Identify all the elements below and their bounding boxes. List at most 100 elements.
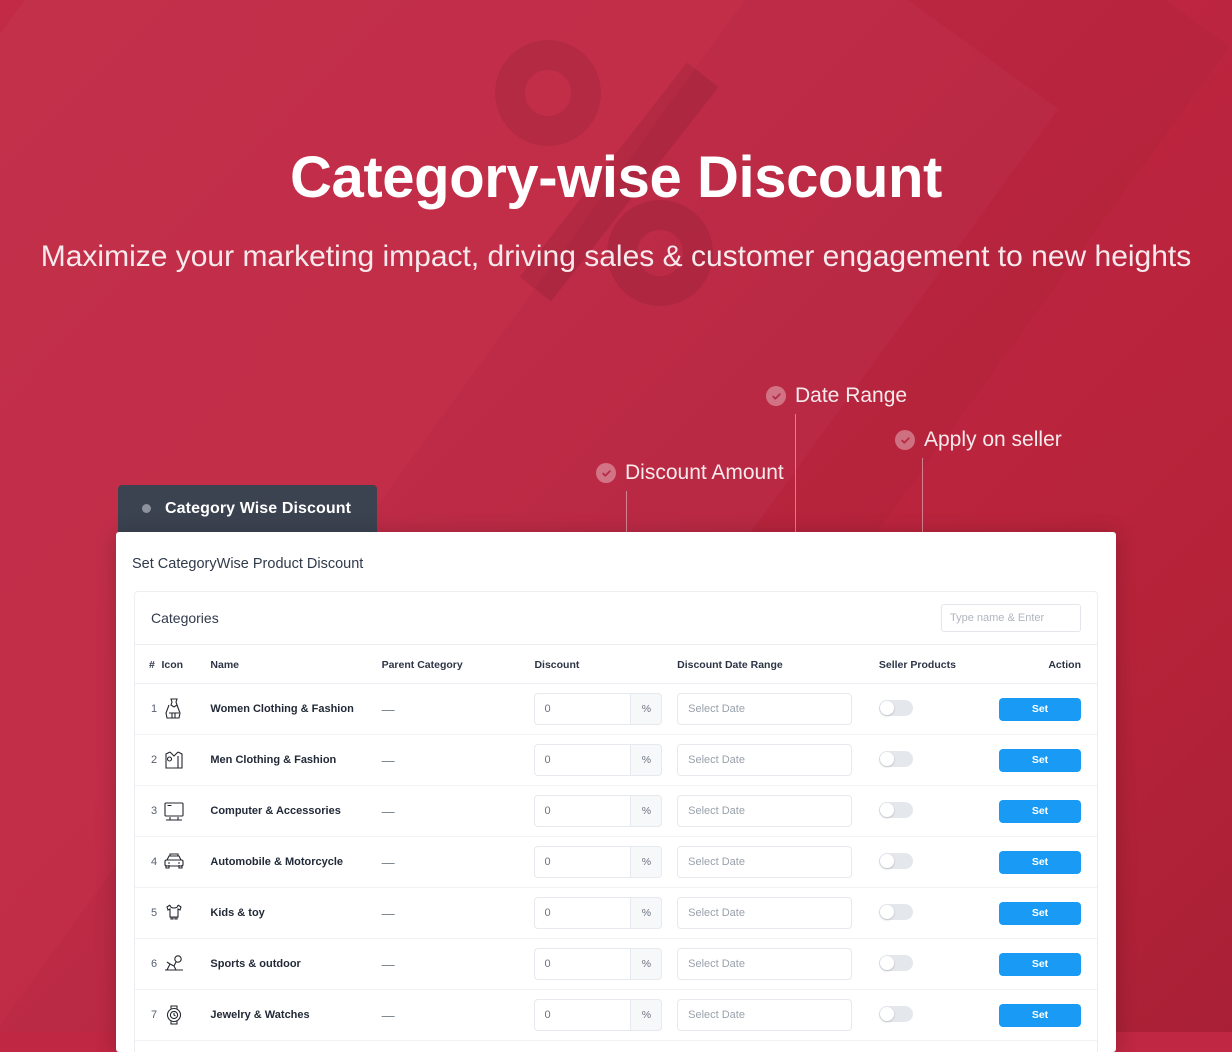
date-range-cell: [677, 989, 879, 1041]
discount-cell: %: [534, 989, 678, 1041]
set-button[interactable]: Set: [999, 952, 1081, 976]
percent-suffix: %: [630, 897, 663, 929]
categories-table: # Icon Name Parent Category Discount Dis…: [135, 645, 1097, 1041]
set-button[interactable]: Set: [999, 748, 1081, 772]
page-title: Category-wise Discount: [290, 145, 942, 210]
parent-category: —: [381, 938, 535, 990]
discount-date-range-input[interactable]: [677, 948, 853, 980]
annotation-label: Date Range: [795, 384, 908, 407]
check-circle-icon: [766, 386, 786, 406]
toggle-knob: [879, 802, 894, 817]
parent-category: —: [381, 734, 535, 786]
check-circle-icon: [895, 430, 915, 450]
seller-products-cell: [878, 734, 983, 786]
action-cell: Set: [982, 734, 1097, 786]
discount-input[interactable]: [534, 948, 631, 980]
discount-input[interactable]: [534, 999, 631, 1031]
seller-products-cell: [878, 938, 983, 990]
parent-category: —: [381, 683, 535, 735]
annotation-label: Apply on seller: [924, 428, 1062, 451]
set-button[interactable]: Set: [999, 799, 1081, 823]
shirt-icon: [161, 734, 211, 786]
category-name: Sports & outdoor: [210, 938, 382, 990]
discount-cell: %: [534, 785, 678, 837]
seller-products-toggle[interactable]: [878, 750, 913, 767]
toggle-knob: [879, 751, 894, 766]
row-number: 5: [135, 887, 162, 939]
page-subtitle: Maximize your marketing impact, driving …: [40, 239, 1192, 273]
category-name: Men Clothing & Fashion: [210, 734, 382, 786]
toggle-knob: [879, 1006, 894, 1021]
discount-input[interactable]: [534, 846, 631, 878]
action-cell: Set: [982, 785, 1097, 837]
table-row: 7 Jewelry & Watches—% Set: [135, 989, 1097, 1041]
seller-products-toggle[interactable]: [878, 1005, 913, 1022]
discount-date-range-input[interactable]: [677, 744, 853, 776]
action-cell: Set: [982, 938, 1097, 990]
column-header-parent: Parent Category: [381, 645, 535, 684]
set-button[interactable]: Set: [999, 850, 1081, 874]
table-row: 5 Kids & toy—% Set: [135, 887, 1097, 939]
discount-cell: %: [534, 683, 678, 735]
set-button[interactable]: Set: [999, 697, 1081, 721]
app-panel: Set CategoryWise Product Discount Catego…: [116, 532, 1116, 1052]
connector-line-apply-on-seller: [922, 458, 923, 532]
category-name: Computer & Accessories: [210, 785, 382, 837]
sports-icon: [161, 938, 211, 990]
tab-category-wise-discount[interactable]: Category Wise Discount: [118, 485, 377, 532]
action-cell: Set: [982, 887, 1097, 939]
discount-input-group: %: [534, 897, 663, 929]
seller-products-toggle[interactable]: [878, 801, 913, 818]
check-circle-icon: [596, 463, 616, 483]
annotation-date-range: Date Range: [766, 384, 907, 408]
discount-date-range-input[interactable]: [677, 795, 853, 827]
category-name: Jewelry & Watches: [210, 989, 382, 1041]
hero-text-block: Category-wise Discount Maximize your mar…: [0, 0, 1232, 281]
action-cell: Set: [982, 683, 1097, 735]
discount-input-group: %: [534, 846, 663, 878]
table-row: 3 Computer & Accessories—% Set: [135, 785, 1097, 837]
discount-input-group: %: [534, 948, 663, 980]
toggle-knob: [879, 904, 894, 919]
discount-input[interactable]: [534, 897, 631, 929]
tab-label: Category Wise Discount: [165, 499, 352, 517]
discount-cell: %: [534, 938, 678, 990]
annotation-apply-on-seller: Apply on seller: [895, 428, 1062, 452]
baby-onesie-icon: [161, 887, 211, 939]
seller-products-toggle[interactable]: [878, 903, 913, 920]
seller-products-toggle[interactable]: [878, 699, 913, 716]
date-range-cell: [677, 836, 879, 888]
column-header-number: #: [135, 645, 162, 684]
column-header-action: Action: [982, 645, 1097, 684]
table-row: 1 Women Clothing & Fashion—% Set: [135, 683, 1097, 735]
discount-cell: %: [534, 836, 678, 888]
discount-cell: %: [534, 734, 678, 786]
discount-date-range-input[interactable]: [677, 999, 853, 1031]
annotation-discount-amount: Discount Amount: [596, 461, 784, 485]
seller-products-toggle[interactable]: [878, 954, 913, 971]
percent-suffix: %: [630, 846, 663, 878]
discount-date-range-input[interactable]: [677, 897, 853, 929]
column-header-icon: Icon: [161, 645, 211, 684]
search-input[interactable]: [941, 604, 1081, 632]
seller-products-cell: [878, 989, 983, 1041]
percent-suffix: %: [630, 693, 663, 725]
discount-input-group: %: [534, 693, 663, 725]
row-number: 1: [135, 683, 162, 735]
discount-input[interactable]: [534, 795, 631, 827]
discount-date-range-input[interactable]: [677, 846, 853, 878]
table-row: 2 Men Clothing & Fashion—% Set: [135, 734, 1097, 786]
categories-card: Categories # Icon Name Parent Category D…: [134, 591, 1098, 1052]
date-range-cell: [677, 683, 879, 735]
seller-products-toggle[interactable]: [878, 852, 913, 869]
set-button[interactable]: Set: [999, 901, 1081, 925]
discount-input[interactable]: [534, 744, 631, 776]
percent-suffix: %: [630, 999, 663, 1031]
discount-date-range-input[interactable]: [677, 693, 853, 725]
toggle-knob: [879, 853, 894, 868]
set-button[interactable]: Set: [999, 1003, 1081, 1027]
discount-input[interactable]: [534, 693, 631, 725]
percent-suffix: %: [630, 744, 663, 776]
table-row: 4 Automobile & Motorcycle—% Set: [135, 836, 1097, 888]
percent-suffix: %: [630, 795, 663, 827]
